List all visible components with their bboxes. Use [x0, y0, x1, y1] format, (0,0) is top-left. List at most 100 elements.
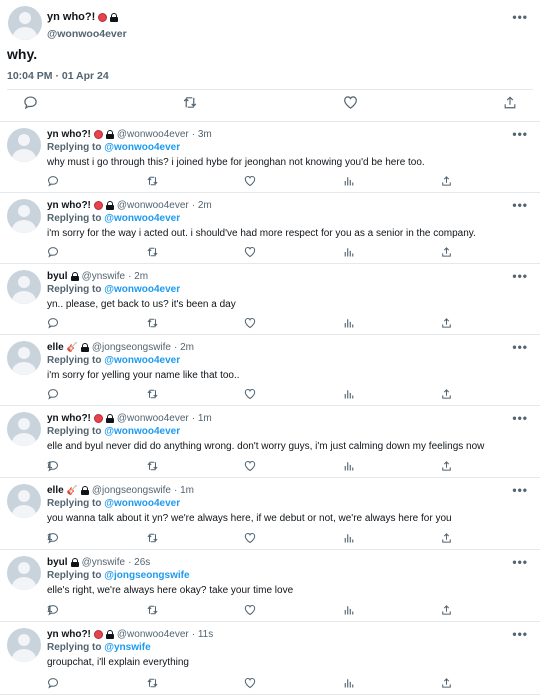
replying-to-handle[interactable]: @wonwoo4ever — [104, 426, 180, 437]
more-icon[interactable]: ••• — [512, 555, 528, 569]
views-icon[interactable] — [343, 317, 355, 329]
author-handle[interactable]: @wonwoo4ever — [117, 129, 189, 140]
author-name[interactable]: yn who?! — [47, 629, 91, 640]
replying-to-handle[interactable]: @jongseongswife — [104, 570, 189, 581]
like-icon[interactable] — [244, 175, 256, 187]
views-icon[interactable] — [343, 388, 355, 400]
share-icon[interactable] — [441, 317, 452, 329]
reply-tweet[interactable]: elle 🎸 @jongseongswife · 2m ••• Replying to @… — [0, 335, 540, 406]
reply-tweet[interactable]: byul @ynswife · 2m ••• Replying to @wonwoo4e… — [0, 264, 540, 335]
replying-to-handle[interactable]: @wonwoo4ever — [104, 213, 180, 224]
views-icon[interactable] — [343, 604, 355, 616]
reply-icon[interactable]: 1 — [47, 604, 59, 616]
reply-icon[interactable] — [23, 95, 38, 110]
author-name[interactable]: byul — [47, 271, 68, 282]
like-icon[interactable] — [244, 317, 256, 329]
replying-to-handle[interactable]: @wonwoo4ever — [104, 284, 180, 295]
reply-time[interactable]: · 3m — [192, 129, 212, 140]
avatar[interactable] — [7, 628, 41, 662]
reply-tweet[interactable]: yn who?! @wonwoo4ever · 3m ••• Replying to @… — [0, 122, 540, 193]
retweet-icon[interactable] — [146, 532, 159, 544]
reply-tweet[interactable]: elle 🎸 @jongseongswife · 1m ••• Replying to @… — [0, 478, 540, 550]
replying-to-handle[interactable]: @wonwoo4ever — [104, 142, 180, 153]
like-icon[interactable] — [244, 388, 256, 400]
replying-to-handle[interactable]: @wonwoo4ever — [104, 498, 180, 509]
avatar[interactable] — [7, 270, 41, 304]
like-icon[interactable] — [244, 677, 256, 689]
more-icon[interactable]: ••• — [512, 340, 528, 354]
more-icon[interactable]: ••• — [512, 411, 528, 425]
reply-tweet[interactable]: yn who?! @wonwoo4ever · 11s ••• Replying to … — [0, 622, 540, 695]
share-icon[interactable] — [441, 175, 452, 187]
author-name[interactable]: yn who?! — [47, 413, 91, 424]
like-icon[interactable] — [244, 460, 256, 472]
author-name[interactable]: byul — [47, 557, 68, 568]
retweet-icon[interactable] — [146, 677, 159, 689]
author-handle[interactable]: @wonwoo4ever — [117, 200, 189, 211]
reply-time[interactable]: · 11s — [192, 629, 214, 640]
share-icon[interactable] — [441, 677, 452, 689]
avatar[interactable] — [7, 412, 41, 446]
more-icon[interactable]: ••• — [512, 10, 528, 24]
more-icon[interactable]: ••• — [512, 269, 528, 283]
replying-to-handle[interactable]: @ynswife — [104, 642, 150, 653]
reply-icon[interactable] — [47, 388, 59, 400]
reply-icon[interactable]: 1 — [47, 532, 59, 544]
share-icon[interactable] — [441, 246, 452, 258]
reply-time[interactable]: · 26s — [128, 557, 150, 568]
retweet-icon[interactable] — [146, 460, 159, 472]
author-name-line[interactable]: yn who?! — [47, 11, 119, 23]
retweet-icon[interactable] — [146, 175, 159, 187]
more-icon[interactable]: ••• — [512, 127, 528, 141]
tweet-timestamp[interactable]: 10:04 PM · 01 Apr 24 — [7, 70, 109, 82]
share-icon[interactable] — [441, 388, 452, 400]
reply-icon[interactable] — [47, 677, 59, 689]
reply-time[interactable]: · 2m — [192, 200, 212, 211]
share-icon[interactable] — [441, 460, 452, 472]
share-icon[interactable] — [441, 532, 452, 544]
reply-time[interactable]: · 1m — [192, 413, 212, 424]
avatar[interactable] — [7, 556, 41, 590]
more-icon[interactable]: ••• — [512, 198, 528, 212]
retweet-icon[interactable] — [182, 95, 198, 110]
like-icon[interactable] — [244, 604, 256, 616]
views-icon[interactable] — [343, 460, 355, 472]
avatar[interactable] — [7, 199, 41, 233]
more-icon[interactable]: ••• — [512, 627, 528, 641]
author-name[interactable]: elle — [47, 485, 64, 496]
views-icon[interactable] — [343, 677, 355, 689]
retweet-icon[interactable] — [146, 246, 159, 258]
reply-time[interactable]: · 2m — [174, 342, 194, 353]
author-name[interactable]: yn who?! — [47, 200, 91, 211]
reply-time[interactable]: · 2m — [128, 271, 148, 282]
share-icon[interactable] — [441, 604, 452, 616]
views-icon[interactable] — [343, 532, 355, 544]
avatar[interactable] — [7, 341, 41, 375]
views-icon[interactable] — [343, 246, 355, 258]
author-handle[interactable]: @wonwoo4ever — [47, 28, 127, 40]
replying-to-handle[interactable]: @wonwoo4ever — [104, 355, 180, 366]
avatar[interactable] — [7, 128, 41, 162]
author-name[interactable]: elle — [47, 342, 64, 353]
reply-icon[interactable] — [47, 317, 59, 329]
reply-tweet[interactable]: yn who?! @wonwoo4ever · 1m ••• Replying to @… — [0, 406, 540, 478]
reply-icon[interactable] — [47, 246, 59, 258]
author-name[interactable]: yn who?! — [47, 129, 91, 140]
author-handle[interactable]: @wonwoo4ever — [117, 413, 189, 424]
author-handle[interactable]: @jongseongswife — [92, 485, 171, 496]
author-handle[interactable]: @wonwoo4ever — [117, 629, 189, 640]
reply-icon[interactable] — [47, 175, 59, 187]
author-handle[interactable]: @ynswife — [82, 271, 126, 282]
avatar[interactable] — [7, 484, 41, 518]
more-icon[interactable]: ••• — [512, 483, 528, 497]
like-icon[interactable] — [244, 246, 256, 258]
reply-icon[interactable]: 1 — [47, 460, 59, 472]
views-icon[interactable] — [343, 175, 355, 187]
like-icon[interactable] — [343, 95, 358, 110]
share-icon[interactable] — [503, 95, 517, 110]
retweet-icon[interactable] — [146, 604, 159, 616]
retweet-icon[interactable] — [146, 388, 159, 400]
avatar[interactable] — [8, 6, 42, 40]
like-icon[interactable] — [244, 532, 256, 544]
retweet-icon[interactable] — [146, 317, 159, 329]
